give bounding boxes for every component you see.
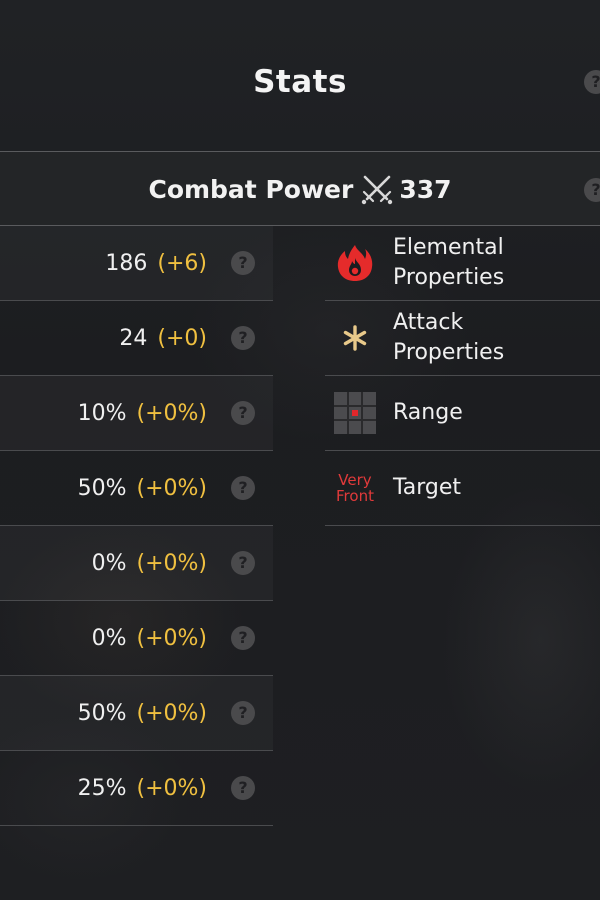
label-line: Elemental xyxy=(393,235,504,260)
help-icon[interactable]: ? xyxy=(231,326,255,350)
stat-row: 10% (+0%) ? xyxy=(0,376,273,451)
stat-row: 0% (+0%) ? xyxy=(0,601,273,676)
stat-row: 50% (+0%) ? xyxy=(0,451,273,526)
attack-properties-label: Attack Properties xyxy=(393,308,504,368)
help-icon[interactable]: ? xyxy=(231,401,255,425)
help-icon[interactable]: ? xyxy=(231,551,255,575)
stat-bonus: (+0%) xyxy=(136,700,207,726)
target-row[interactable]: Very Front Target xyxy=(325,451,600,526)
help-icon[interactable]: ? xyxy=(231,251,255,275)
fire-element-icon xyxy=(333,241,377,285)
stat-bonus: (+0%) xyxy=(136,625,207,651)
stat-value: 0% xyxy=(91,550,127,576)
properties-panel: Elemental Properties Attack Properties R… xyxy=(325,226,600,526)
combat-power-value: 337 xyxy=(399,174,452,204)
stat-row: 0% (+0%) ? xyxy=(0,526,273,601)
combat-power-label: Combat Power xyxy=(148,174,354,204)
stat-bonus: (+0%) xyxy=(136,775,207,801)
stat-row: 186 (+6) ? xyxy=(0,226,273,301)
stat-row: 25% (+0%) ? xyxy=(0,751,273,826)
stat-value: 10% xyxy=(77,400,127,426)
page-title: Stats xyxy=(253,64,347,100)
stat-value: 25% xyxy=(77,775,127,801)
crossed-swords-icon xyxy=(362,175,393,205)
stat-bonus: (+0%) xyxy=(136,400,207,426)
stats-list: 186 (+6) ? 24 (+0) ? 10% (+0%) ? 50% (+0… xyxy=(0,226,273,826)
stat-row: 24 (+0) ? xyxy=(0,301,273,376)
combat-power-row: Combat Power 337 xyxy=(0,152,600,226)
stat-value: 50% xyxy=(77,475,127,501)
star-burst-icon xyxy=(333,316,377,360)
label-line: Properties xyxy=(393,265,505,290)
stat-row: 50% (+0%) ? xyxy=(0,676,273,751)
label-line: Attack xyxy=(393,310,464,335)
help-icon[interactable]: ? xyxy=(231,626,255,650)
stat-bonus: (+0%) xyxy=(136,550,207,576)
target-label: Target xyxy=(393,475,462,500)
stat-bonus: (+6) xyxy=(157,250,207,276)
range-grid-icon xyxy=(333,391,377,435)
label-line: Properties xyxy=(393,340,505,365)
stat-value: 24 xyxy=(119,325,148,351)
attack-properties-row[interactable]: Attack Properties xyxy=(325,301,600,376)
stat-bonus: (+0%) xyxy=(136,475,207,501)
stat-value: 50% xyxy=(77,700,127,726)
range-row[interactable]: Range xyxy=(325,376,600,451)
range-label: Range xyxy=(393,400,463,425)
stat-bonus: (+0) xyxy=(157,325,207,351)
stat-value: 0% xyxy=(91,625,127,651)
help-icon[interactable]: ? xyxy=(231,776,255,800)
badge-line: Front xyxy=(336,487,374,505)
elemental-properties-row[interactable]: Elemental Properties xyxy=(325,226,600,301)
badge-line: Very xyxy=(338,471,372,489)
stat-value: 186 xyxy=(105,250,148,276)
target-badge: Very Front xyxy=(333,466,377,510)
help-icon[interactable]: ? xyxy=(231,476,255,500)
elemental-properties-label: Elemental Properties xyxy=(393,233,504,293)
help-icon[interactable]: ? xyxy=(231,701,255,725)
